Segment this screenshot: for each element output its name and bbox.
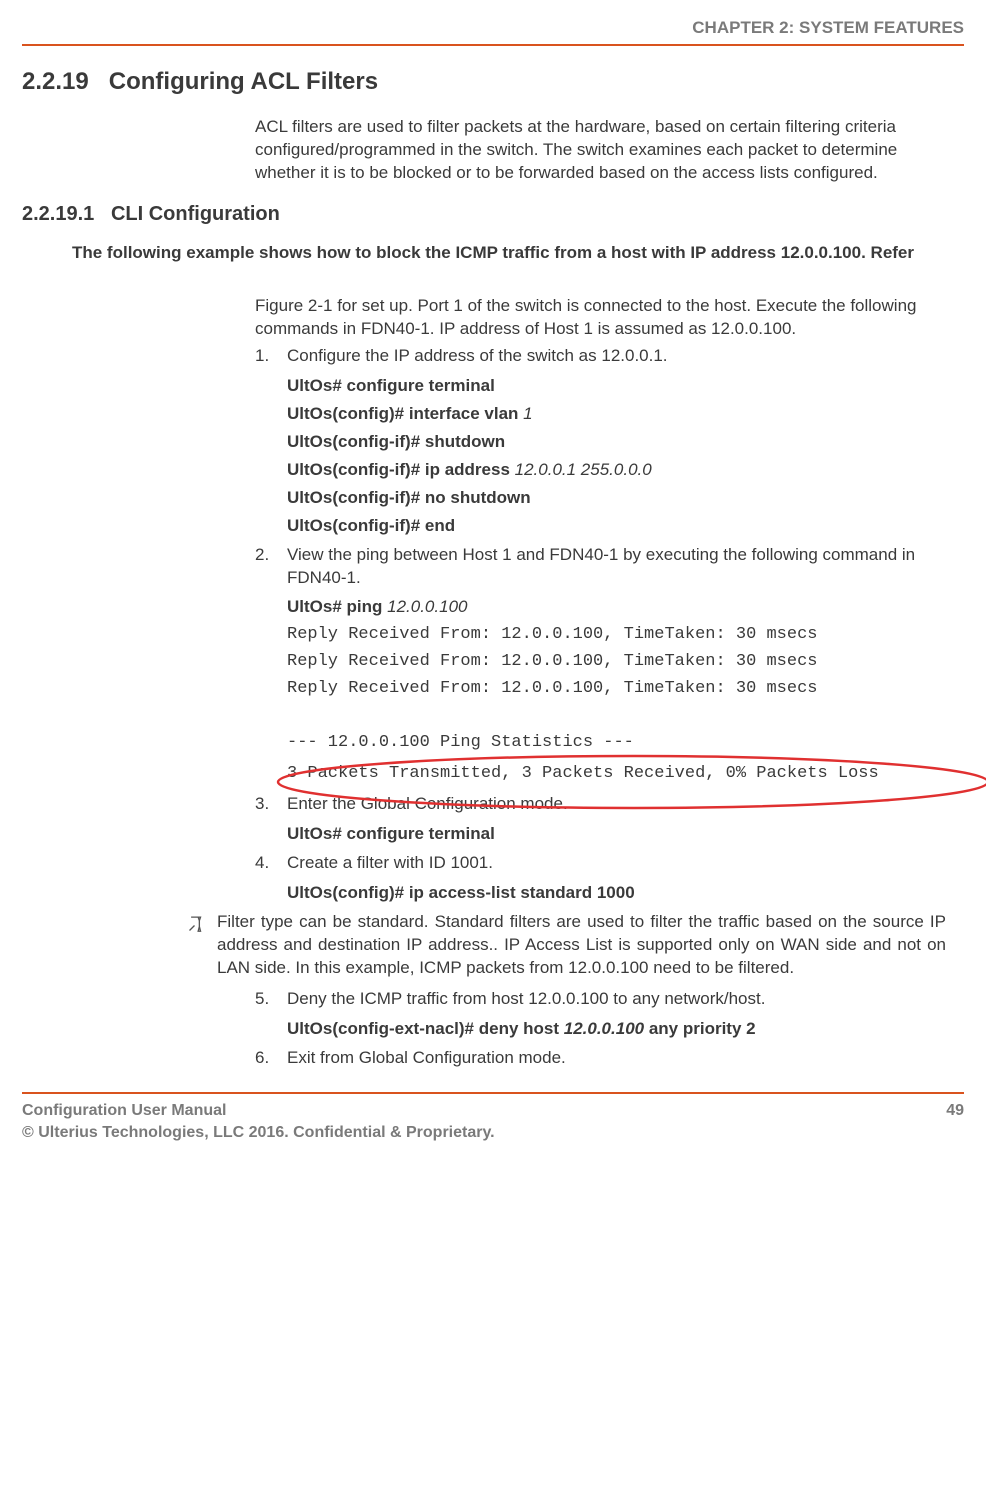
chapter-label: CHAPTER 2: SYSTEM FEATURES [692,18,964,37]
example-lead: The following example shows how to block… [22,242,964,265]
cli-command: UltOs(config-ext-nacl)# deny host 12.0.0… [287,1019,960,1039]
step-2: 2. View the ping between Host 1 and FDN4… [255,544,960,590]
cli-command: UltOs(config-if)# shutdown [287,432,960,452]
step-5: 5. Deny the ICMP traffic from host 12.0.… [255,988,960,1011]
step-number: 3. [255,793,287,816]
cli-command: UltOs# ping 12.0.0.100 [287,597,960,617]
cli-output: Reply Received From: 12.0.0.100, TimeTak… [287,652,960,671]
subsection-heading: 2.2.19.1 CLI Configuration [22,203,964,226]
step-number: 6. [255,1047,287,1070]
step-text: Exit from Global Configuration mode. [287,1047,960,1070]
cli-command: UltOs(config-if)# end [287,516,960,536]
note-pin-icon [187,911,217,980]
step-number: 5. [255,988,287,1011]
cli-command: UltOs(config)# interface vlan 1 [287,404,960,424]
cli-command: UltOs(config-if)# ip address 12.0.0.1 25… [287,460,960,480]
cli-command: UltOs# configure terminal [287,824,960,844]
cli-output-summary: 3 Packets Transmitted, 3 Packets Receive… [287,760,960,789]
cli-output: Reply Received From: 12.0.0.100, TimeTak… [287,679,960,698]
step-4: 4. Create a filter with ID 1001. [255,852,960,875]
step-text: View the ping between Host 1 and FDN40-1… [287,544,960,590]
step-text: Enter the Global Configuration mode. [287,793,960,816]
step-3: 3. Enter the Global Configuration mode. [255,793,960,816]
subsection-number: 2.2.19.1 [22,203,94,225]
cli-command: UltOs(config-if)# no shutdown [287,488,960,508]
section-title: Configuring ACL Filters [109,68,378,95]
cli-command: UltOs(config)# ip access-list standard 1… [287,883,960,903]
step-6: 6. Exit from Global Configuration mode. [255,1047,960,1070]
step-1: 1. Configure the IP address of the switc… [255,345,960,368]
step-text: Create a filter with ID 1001. [287,852,960,875]
footer-copyright: © Ulterius Technologies, LLC 2016. Confi… [22,1122,495,1144]
subsection-title: CLI Configuration [111,203,280,225]
note-callout: Filter type can be standard. Standard fi… [187,911,946,980]
step-number: 4. [255,852,287,875]
section-heading: 2.2.19 Configuring ACL Filters [22,68,964,96]
step-number: 1. [255,345,287,368]
cli-output: --- 12.0.0.100 Ping Statistics --- [287,733,960,752]
page-footer: Configuration User Manual © Ulterius Tec… [22,1092,964,1143]
page-header: CHAPTER 2: SYSTEM FEATURES [22,18,964,46]
footer-title: Configuration User Manual [22,1100,495,1122]
section-intro: ACL filters are used to filter packets a… [255,116,946,185]
setup-paragraph: Figure 2-1 for set up. Port 1 of the swi… [255,295,960,341]
cli-command: UltOs# configure terminal [287,376,960,396]
step-text: Configure the IP address of the switch a… [287,345,960,368]
highlighted-output: 3 Packets Transmitted, 3 Packets Receive… [255,760,960,789]
step-text: Deny the ICMP traffic from host 12.0.0.1… [287,988,960,1011]
note-text: Filter type can be standard. Standard fi… [217,911,946,980]
step-number: 2. [255,544,287,590]
section-number: 2.2.19 [22,68,89,95]
cli-output-blank [287,706,960,725]
page-number: 49 [946,1100,964,1143]
cli-output: Reply Received From: 12.0.0.100, TimeTak… [287,625,960,644]
